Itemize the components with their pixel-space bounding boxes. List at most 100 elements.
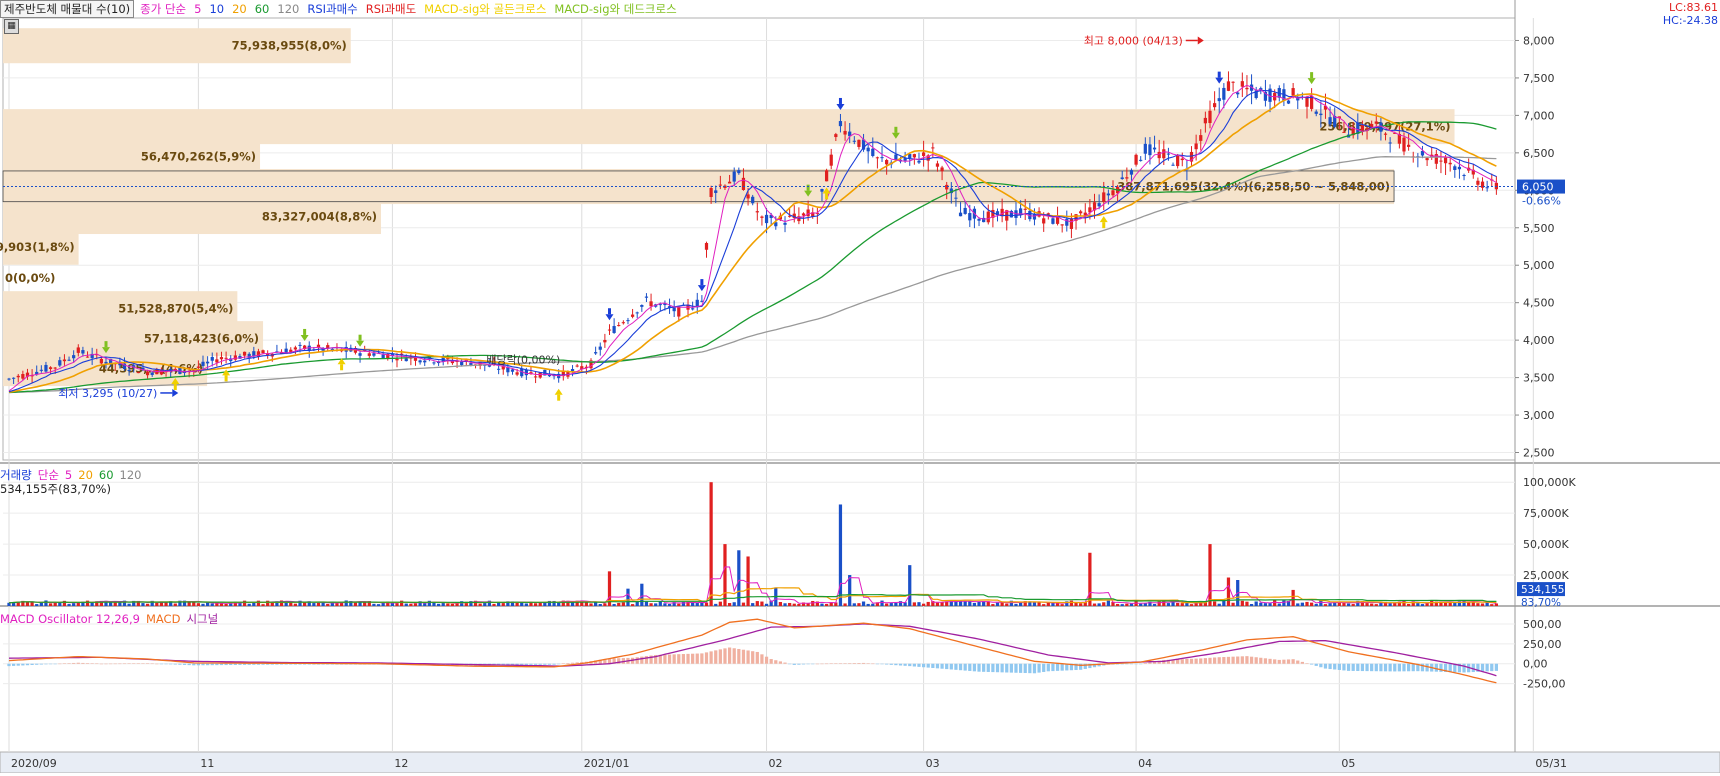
volume-tick-label: 50,000K: [1523, 538, 1569, 551]
macd-oscillator-bar: [1014, 663, 1018, 673]
y-tick-label: 4,500: [1523, 297, 1555, 310]
macd-oscillator-bar: [1379, 663, 1383, 672]
legend-item-1[interactable]: 5: [194, 2, 201, 16]
legend-item-4[interactable]: 60: [255, 2, 270, 16]
candle: [968, 213, 972, 221]
macd-oscillator-bar: [700, 653, 704, 664]
candle: [594, 352, 598, 354]
volume-bar: [155, 602, 159, 606]
macd-oscillator-bar: [949, 663, 953, 670]
volume-bar: [644, 601, 649, 606]
macd-oscillator-bar: [778, 661, 783, 664]
y-tick-label: 5,500: [1523, 222, 1555, 235]
grid-toggle-icon[interactable]: ▦: [4, 19, 19, 34]
volume-bar: [1337, 602, 1341, 606]
legend-item-2[interactable]: 10: [209, 2, 224, 16]
chart-title[interactable]: 제주반도체 매물대 수(10): [0, 0, 135, 18]
stock-chart[interactable]: 2020/09 11 12 2021/01 02 03 04 05 05/31 8,000 7,50…: [0, 0, 1720, 776]
macd-oscillator-bar: [242, 663, 247, 665]
macd-legend-item-2[interactable]: 시그널: [186, 612, 218, 626]
candle: [958, 212, 963, 217]
macd-oscillator-bar: [1490, 663, 1494, 672]
macd-oscillator-bar: [811, 663, 815, 665]
volume-legend-item-4[interactable]: 60: [99, 468, 114, 482]
macd-oscillator-bar: [926, 663, 930, 668]
candle: [986, 211, 990, 223]
volume-bar: [256, 600, 261, 606]
macd-legend-item-0[interactable]: MACD Oscillator 12,26,9: [0, 612, 140, 626]
candle: [367, 353, 371, 356]
volume-legend-item-1[interactable]: 단순: [38, 468, 59, 482]
current-price-label: 6,050: [1522, 181, 1554, 194]
chart-canvas[interactable]: 2020/09 11 12 2021/01 02 03 04 05 05/31 8,000 7,50…: [0, 0, 1720, 774]
macd-oscillator-bar: [709, 651, 713, 664]
signal-arrow-shaft: [806, 184, 810, 191]
macd-oscillator-bar: [62, 663, 67, 664]
y-tick-label: 4,000: [1523, 334, 1555, 347]
macd-oscillator-bar: [39, 663, 43, 665]
volume-profile-label: 75,938,955(8,0%): [232, 39, 347, 53]
macd-oscillator-bar: [834, 663, 838, 664]
macd-oscillator-bar: [843, 663, 847, 664]
legend-item-9[interactable]: MACD-sig와 데드크로스: [554, 2, 676, 16]
candle: [1102, 192, 1106, 202]
volume-bar: [48, 603, 53, 606]
legend-item-6[interactable]: RSI과매수: [307, 2, 357, 16]
macd-oscillator-bar: [1365, 663, 1369, 672]
macd-oscillator-bar: [85, 663, 90, 664]
macd-oscillator-bar: [704, 652, 709, 664]
macd-oscillator-bar: [1448, 663, 1452, 673]
legend-item-5[interactable]: 120: [277, 2, 299, 16]
candle: [1374, 121, 1378, 124]
candle: [1111, 190, 1115, 196]
macd-oscillator-bar: [903, 663, 907, 666]
macd-oscillator-bar: [1231, 656, 1235, 664]
volume-legend-item-0[interactable]: 거래량: [0, 468, 32, 482]
candle: [764, 214, 769, 224]
candle: [39, 369, 43, 371]
macd-oscillator-bar: [145, 663, 150, 664]
legend-item-3[interactable]: 20: [232, 2, 247, 16]
volume-bar: [293, 603, 298, 606]
signal-arrow-shaft: [838, 97, 842, 104]
volume-legend-item-3[interactable]: 20: [78, 468, 93, 482]
volume-bar: [1189, 604, 1194, 606]
volume-bar: [723, 544, 727, 606]
macd-legend-item-1[interactable]: MACD: [146, 612, 180, 626]
legend-item-8[interactable]: MACD-sig와 골든크로스: [424, 2, 546, 16]
candle: [372, 353, 376, 356]
volume-bar: [1420, 604, 1425, 606]
volume-bar: [113, 602, 117, 606]
candle: [206, 361, 210, 364]
macd-oscillator-bar: [1485, 663, 1489, 672]
candle: [921, 152, 926, 156]
macd-signal-line: [8, 623, 1497, 677]
volume-legend-item-2[interactable]: 5: [65, 468, 72, 482]
macd-oscillator-bar: [1462, 663, 1466, 673]
candle: [1462, 175, 1466, 177]
volume-bar: [1102, 602, 1106, 606]
macd-oscillator-bar: [1291, 659, 1295, 664]
macd-oscillator-bar: [164, 663, 168, 665]
legend-item-7[interactable]: RSI과매도: [366, 2, 416, 16]
macd-oscillator-bar: [931, 663, 935, 668]
macd-oscillator-bar: [995, 663, 1000, 673]
volume-bar: [538, 602, 542, 606]
volume-bar: [44, 600, 48, 606]
macd-oscillator-bar: [58, 663, 62, 665]
macd-oscillator-bar: [1217, 657, 1221, 664]
macd-oscillator-bar: [1236, 656, 1240, 664]
candle: [598, 346, 602, 350]
candle: [1152, 147, 1157, 150]
x-axis-band: [0, 751, 1720, 774]
candle: [612, 326, 616, 333]
macd-oscillator-bar: [533, 663, 538, 665]
volume-bar: [658, 601, 662, 606]
macd-oscillator-bar: [25, 663, 30, 666]
volume-bar: [709, 482, 713, 606]
candle: [1180, 158, 1184, 161]
legend-item-0[interactable]: 종가 단순: [140, 2, 186, 16]
macd-oscillator-bar: [691, 653, 695, 664]
volume-legend-item-5[interactable]: 120: [120, 468, 142, 482]
macd-oscillator-bar: [681, 654, 686, 664]
